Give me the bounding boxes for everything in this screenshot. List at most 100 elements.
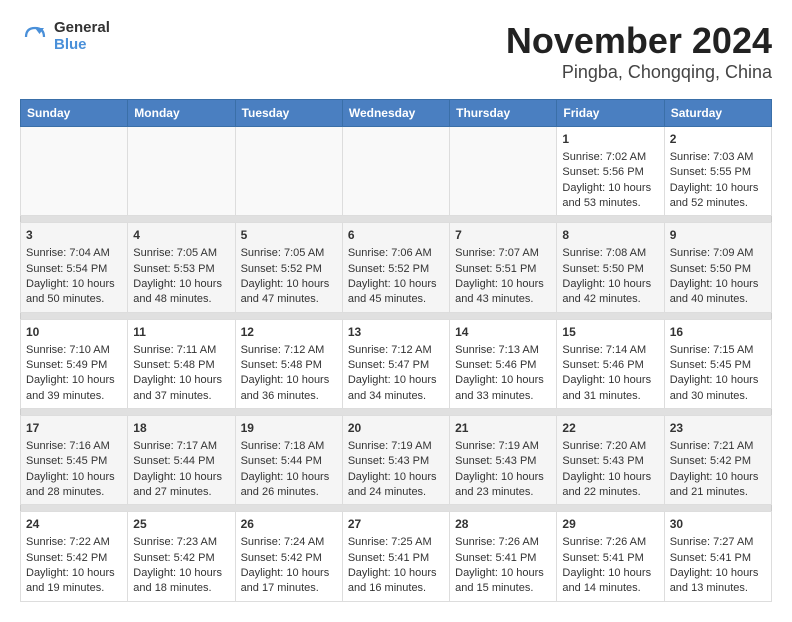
calendar-cell: 16Sunrise: 7:15 AMSunset: 5:45 PMDayligh… xyxy=(664,319,771,408)
calendar-cell: 23Sunrise: 7:21 AMSunset: 5:42 PMDayligh… xyxy=(664,416,771,505)
day-info-line: and 33 minutes. xyxy=(455,389,551,404)
day-info-line: Daylight: 10 hours xyxy=(455,470,551,485)
day-number: 19 xyxy=(241,420,337,437)
day-number: 5 xyxy=(241,227,337,244)
column-header-friday: Friday xyxy=(557,100,664,127)
day-number: 24 xyxy=(26,516,122,533)
day-info-line: Sunrise: 7:14 AM xyxy=(562,343,658,358)
day-info-line: Sunset: 5:51 PM xyxy=(455,262,551,277)
day-info-line: Daylight: 10 hours xyxy=(348,373,444,388)
day-number: 4 xyxy=(133,227,229,244)
day-number: 3 xyxy=(26,227,122,244)
day-info-line: Sunset: 5:46 PM xyxy=(562,358,658,373)
day-info-line: and 13 minutes. xyxy=(670,581,766,596)
calendar-cell xyxy=(21,127,128,216)
day-number: 27 xyxy=(348,516,444,533)
day-info-line: Sunrise: 7:20 AM xyxy=(562,439,658,454)
calendar-cell: 19Sunrise: 7:18 AMSunset: 5:44 PMDayligh… xyxy=(235,416,342,505)
day-info-line: and 37 minutes. xyxy=(133,389,229,404)
day-info-line: Sunrise: 7:26 AM xyxy=(455,535,551,550)
page-subtitle: Pingba, Chongqing, China xyxy=(506,62,772,83)
day-number: 29 xyxy=(562,516,658,533)
day-info-line: and 14 minutes. xyxy=(562,581,658,596)
calendar-cell: 5Sunrise: 7:05 AMSunset: 5:52 PMDaylight… xyxy=(235,223,342,312)
day-info-line: Sunrise: 7:24 AM xyxy=(241,535,337,550)
column-header-wednesday: Wednesday xyxy=(342,100,449,127)
day-number: 1 xyxy=(562,131,658,148)
calendar-cell: 2Sunrise: 7:03 AMSunset: 5:55 PMDaylight… xyxy=(664,127,771,216)
day-info-line: Sunset: 5:46 PM xyxy=(455,358,551,373)
calendar-cell: 27Sunrise: 7:25 AMSunset: 5:41 PMDayligh… xyxy=(342,512,449,601)
week-row-1: 1Sunrise: 7:02 AMSunset: 5:56 PMDaylight… xyxy=(21,127,772,216)
calendar-cell: 1Sunrise: 7:02 AMSunset: 5:56 PMDaylight… xyxy=(557,127,664,216)
day-info-line: Daylight: 10 hours xyxy=(562,470,658,485)
day-number: 10 xyxy=(26,324,122,341)
day-number: 15 xyxy=(562,324,658,341)
day-info-line: Daylight: 10 hours xyxy=(670,181,766,196)
day-info-line: and 45 minutes. xyxy=(348,292,444,307)
day-info-line: Sunset: 5:42 PM xyxy=(670,454,766,469)
week-row-3: 10Sunrise: 7:10 AMSunset: 5:49 PMDayligh… xyxy=(21,319,772,408)
day-info-line: Sunrise: 7:18 AM xyxy=(241,439,337,454)
day-info-line: Sunrise: 7:11 AM xyxy=(133,343,229,358)
day-info-line: Daylight: 10 hours xyxy=(455,373,551,388)
day-info-line: and 18 minutes. xyxy=(133,581,229,596)
day-info-line: Daylight: 10 hours xyxy=(562,181,658,196)
day-info-line: Sunset: 5:42 PM xyxy=(241,551,337,566)
day-number: 2 xyxy=(670,131,766,148)
day-info-line: Sunrise: 7:08 AM xyxy=(562,246,658,261)
calendar-cell: 26Sunrise: 7:24 AMSunset: 5:42 PMDayligh… xyxy=(235,512,342,601)
calendar-cell: 18Sunrise: 7:17 AMSunset: 5:44 PMDayligh… xyxy=(128,416,235,505)
day-info-line: and 50 minutes. xyxy=(26,292,122,307)
day-info-line: and 21 minutes. xyxy=(670,485,766,500)
calendar-cell: 14Sunrise: 7:13 AMSunset: 5:46 PMDayligh… xyxy=(450,319,557,408)
day-number: 13 xyxy=(348,324,444,341)
logo-icon xyxy=(20,22,50,52)
day-info-line: Sunset: 5:41 PM xyxy=(670,551,766,566)
day-info-line: Sunset: 5:41 PM xyxy=(455,551,551,566)
day-info-line: Daylight: 10 hours xyxy=(26,373,122,388)
day-info-line: and 30 minutes. xyxy=(670,389,766,404)
calendar-cell: 25Sunrise: 7:23 AMSunset: 5:42 PMDayligh… xyxy=(128,512,235,601)
calendar-cell xyxy=(128,127,235,216)
week-row-4: 17Sunrise: 7:16 AMSunset: 5:45 PMDayligh… xyxy=(21,416,772,505)
calendar-cell: 21Sunrise: 7:19 AMSunset: 5:43 PMDayligh… xyxy=(450,416,557,505)
day-info-line: and 22 minutes. xyxy=(562,485,658,500)
column-header-monday: Monday xyxy=(128,100,235,127)
day-info-line: Sunrise: 7:26 AM xyxy=(562,535,658,550)
day-info-line: Sunset: 5:42 PM xyxy=(133,551,229,566)
calendar-cell: 11Sunrise: 7:11 AMSunset: 5:48 PMDayligh… xyxy=(128,319,235,408)
day-info-line: and 27 minutes. xyxy=(133,485,229,500)
header-row: SundayMondayTuesdayWednesdayThursdayFrid… xyxy=(21,100,772,127)
day-info-line: Sunset: 5:49 PM xyxy=(26,358,122,373)
column-header-saturday: Saturday xyxy=(664,100,771,127)
day-info-line: Daylight: 10 hours xyxy=(348,566,444,581)
day-number: 12 xyxy=(241,324,337,341)
row-separator xyxy=(21,505,772,512)
day-info-line: Sunset: 5:50 PM xyxy=(670,262,766,277)
day-info-line: Sunrise: 7:15 AM xyxy=(670,343,766,358)
day-info-line: Daylight: 10 hours xyxy=(133,566,229,581)
day-info-line: and 48 minutes. xyxy=(133,292,229,307)
day-info-line: Daylight: 10 hours xyxy=(241,277,337,292)
day-info-line: Sunrise: 7:21 AM xyxy=(670,439,766,454)
calendar-cell xyxy=(235,127,342,216)
day-number: 21 xyxy=(455,420,551,437)
day-info-line: Sunrise: 7:16 AM xyxy=(26,439,122,454)
logo: General Blue xyxy=(20,20,110,53)
day-info-line: Daylight: 10 hours xyxy=(241,566,337,581)
day-info-line: Sunrise: 7:02 AM xyxy=(562,150,658,165)
day-info-line: Daylight: 10 hours xyxy=(562,373,658,388)
day-info-line: Sunset: 5:48 PM xyxy=(133,358,229,373)
day-info-line: and 40 minutes. xyxy=(670,292,766,307)
day-info-line: and 17 minutes. xyxy=(241,581,337,596)
day-number: 17 xyxy=(26,420,122,437)
day-info-line: Daylight: 10 hours xyxy=(562,277,658,292)
day-info-line: Daylight: 10 hours xyxy=(670,277,766,292)
day-info-line: Sunset: 5:52 PM xyxy=(241,262,337,277)
day-info-line: Sunset: 5:41 PM xyxy=(348,551,444,566)
day-number: 11 xyxy=(133,324,229,341)
day-number: 18 xyxy=(133,420,229,437)
day-info-line: and 15 minutes. xyxy=(455,581,551,596)
day-number: 7 xyxy=(455,227,551,244)
